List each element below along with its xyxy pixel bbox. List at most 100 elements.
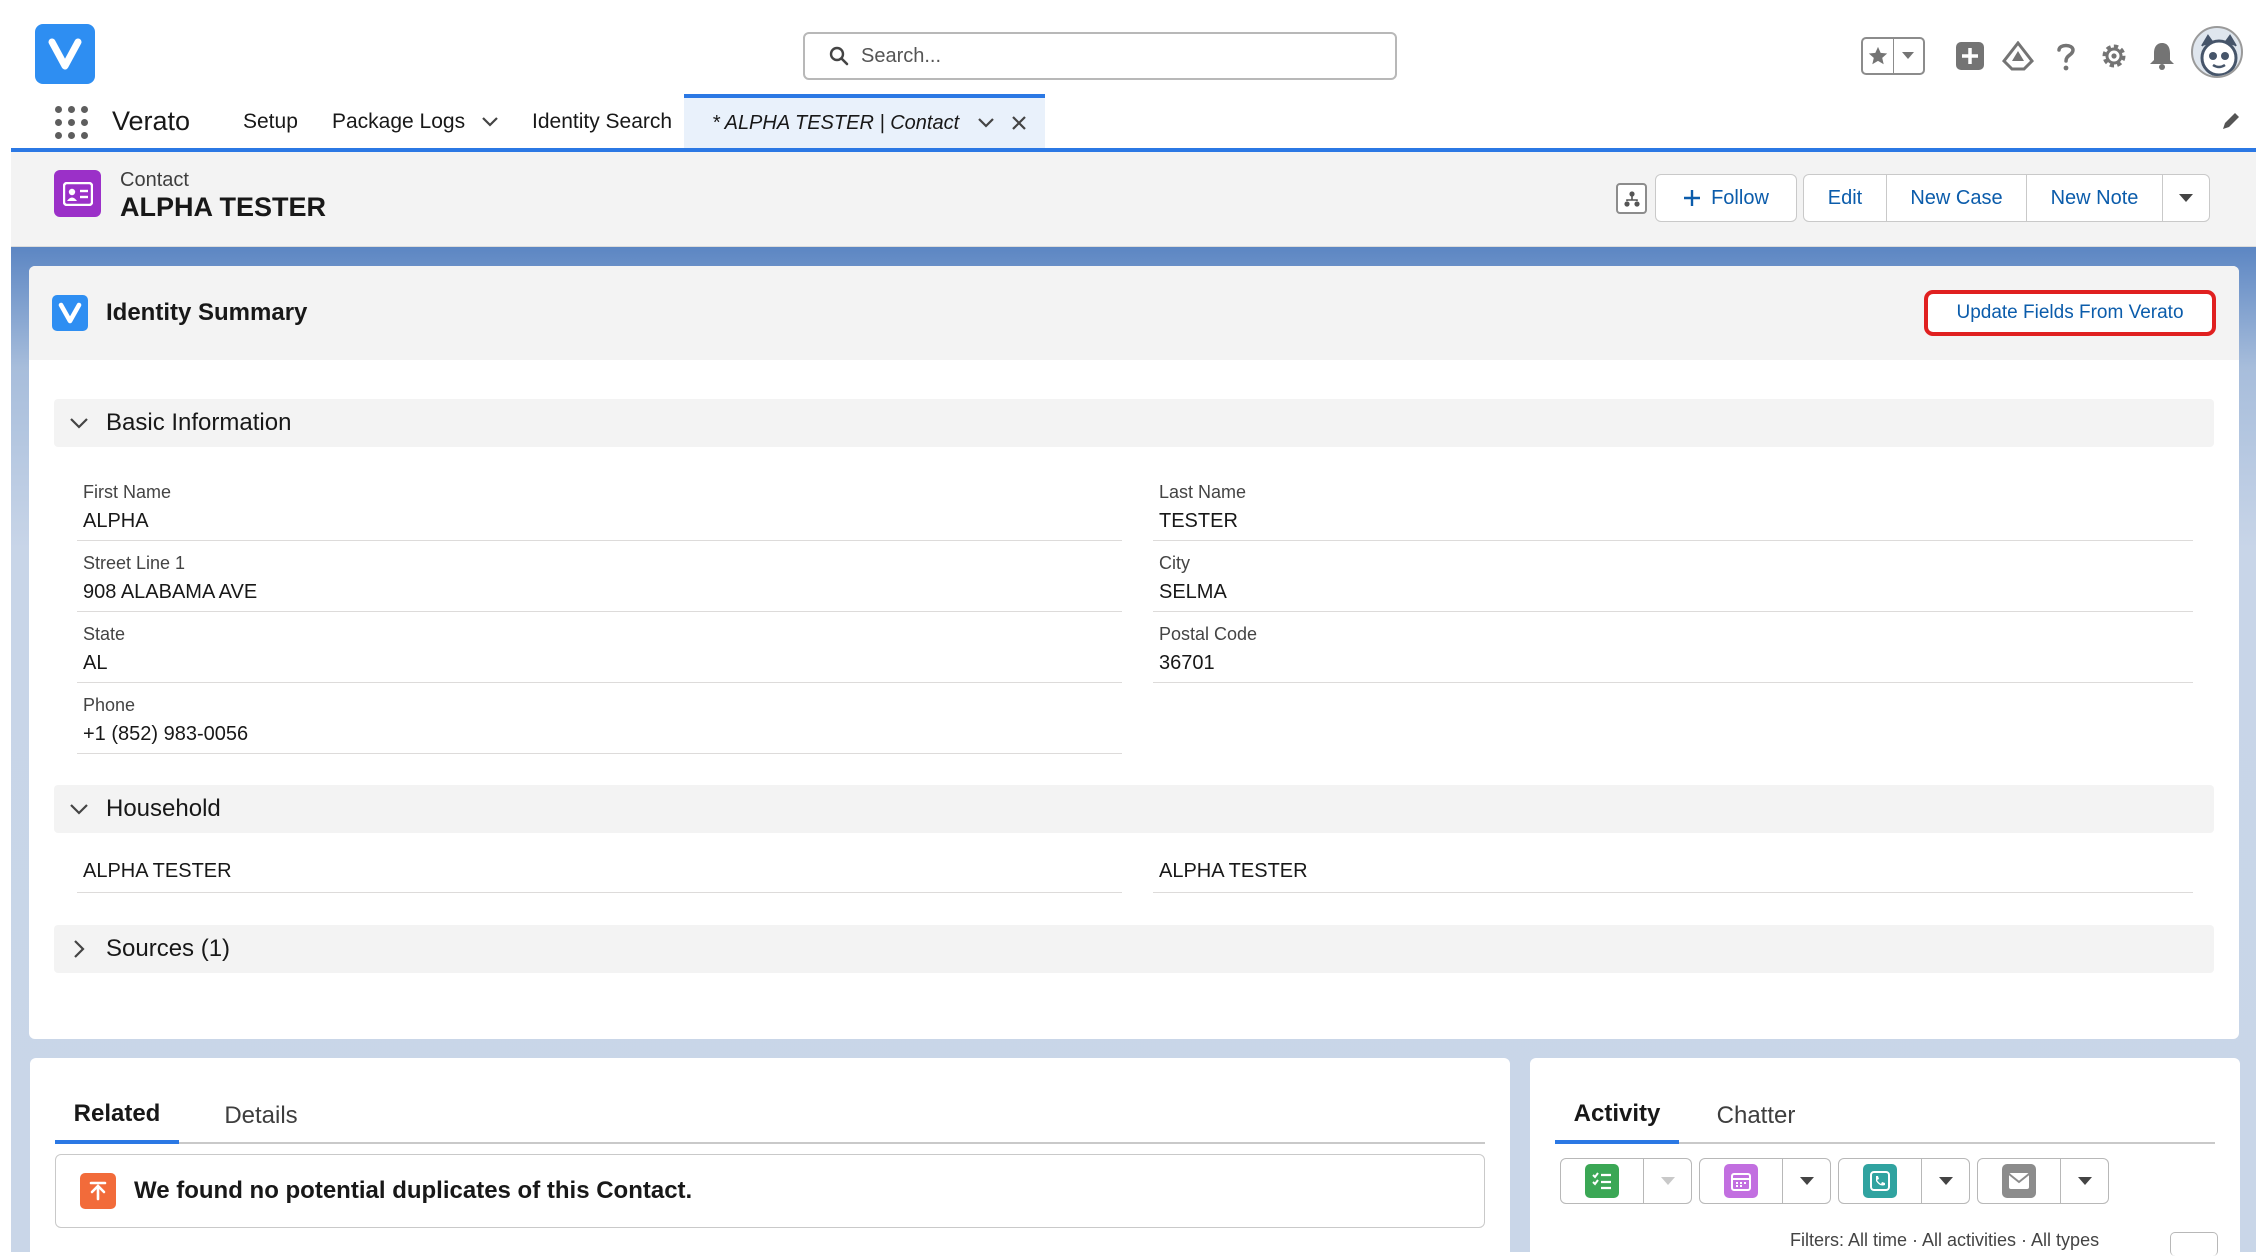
tab-related[interactable]: Related [55,1088,179,1144]
more-actions-button[interactable] [2161,174,2210,222]
nav-item-label: Identity Search [532,110,673,133]
activity-tabs: Activity Chatter [1555,1088,2215,1144]
new-task-button[interactable] [1560,1158,1644,1204]
help-icon[interactable] [2043,33,2089,79]
field-first-name: First Name ALPHA [77,474,1122,541]
field-value: +1 (852) 983-0056 [83,723,249,745]
field-value: SELMA [1159,581,1227,603]
chevron-right-icon [56,939,102,959]
nav-item-label: Setup [243,110,298,133]
close-icon[interactable] [1011,115,1027,131]
field-last-name: Last Name TESTER [1153,474,2193,541]
household-member: ALPHA TESTER [1153,848,2193,893]
nav-item-setup[interactable]: Setup [243,110,298,134]
hierarchy-icon[interactable] [1616,183,1647,214]
verato-logo[interactable] [35,24,95,84]
task-icon [1585,1164,1619,1198]
household-member: ALPHA TESTER [77,848,1122,893]
activity-filters[interactable]: Filters: All time · All activities · All… [1790,1230,2099,1251]
field-label: Postal Code [1159,624,1258,644]
chevron-down-icon[interactable] [481,116,499,128]
duplicate-rule-icon [80,1173,116,1209]
household-member-name: ALPHA TESTER [1159,860,1308,882]
new-task-dropdown[interactable] [1644,1158,1692,1204]
edit-nav-pencil-icon[interactable] [2220,110,2242,137]
sources-section[interactable]: Sources (1) [54,925,2214,973]
salesforce-console: Verato Setup Package Logs Identity Searc… [0,0,2266,1256]
new-event-button[interactable] [1699,1158,1783,1204]
app-name: Verato [112,106,191,136]
email-group [1977,1158,2109,1204]
field-label: City [1159,553,1190,573]
household-member-name: ALPHA TESTER [83,860,232,882]
new-note-label: New Note [2050,186,2139,209]
record-name: ALPHA TESTER [120,192,327,222]
favorites-dropdown-icon[interactable] [1894,39,1923,73]
search-input[interactable] [861,44,1361,68]
verato-logo-icon [52,295,88,331]
field-postal-code: Postal Code 36701 [1153,616,2193,683]
field-value: AL [83,652,108,674]
duplicates-banner: We found no potential duplicates of this… [55,1154,1485,1228]
chevron-down-icon [56,803,102,815]
notifications-bell-icon[interactable] [2139,33,2185,79]
setup-gear-icon[interactable] [2091,33,2137,79]
tab-alpha-tester-contact[interactable]: * ALPHA TESTER | Contact [684,94,1045,148]
field-label: Street Line 1 [83,553,186,573]
record-actions: Follow Edit New Case New Note [1655,174,2210,222]
trailhead-icon[interactable] [1995,33,2041,79]
field-label: Last Name [1159,482,1247,502]
log-call-group [1838,1158,1970,1204]
email-dropdown[interactable] [2061,1158,2109,1204]
chevron-down-icon [56,417,102,429]
calendar-icon [1724,1164,1758,1198]
field-label: First Name [83,482,172,502]
record-header: Contact ALPHA TESTER Follow Edit New Cas… [11,152,2256,247]
field-city: City SELMA [1153,545,2193,612]
household-section[interactable]: Household [54,785,2214,833]
favorites-button-group [1861,37,1925,75]
follow-button[interactable]: Follow [1655,174,1797,222]
tab-label: * ALPHA TESTER | Contact [712,111,960,134]
new-note-button[interactable]: New Note [2026,174,2163,222]
chevron-down-icon [1799,1177,1814,1185]
related-tabs: Related Details [55,1088,1485,1144]
edit-button[interactable]: Edit [1803,174,1887,222]
field-label: State [83,624,126,644]
chevron-down-icon [1660,1177,1675,1185]
global-header [11,0,2256,100]
field-value: 908 ALABAMA AVE [83,581,258,603]
tab-chatter[interactable]: Chatter [1701,1088,1811,1144]
new-case-button[interactable]: New Case [1885,174,2028,222]
nav-item-package-logs[interactable]: Package Logs [332,110,499,134]
basic-information-section[interactable]: Basic Information [54,399,2214,447]
tab-details[interactable]: Details [209,1088,313,1144]
activity-settings-button[interactable] [2170,1232,2218,1256]
user-avatar[interactable] [2191,26,2243,78]
update-fields-button[interactable]: Update Fields From Verato [1924,290,2216,336]
field-phone: Phone +1 (852) 983-0056 [77,687,1122,754]
favorites-star-icon[interactable] [1863,39,1894,73]
app-launcher-icon[interactable] [53,104,89,140]
tab-activity[interactable]: Activity [1555,1088,1679,1144]
log-call-button[interactable] [1838,1158,1922,1204]
field-street-line-1: Street Line 1 908 ALABAMA AVE [77,545,1122,612]
header-utilities [1861,30,2185,82]
chevron-down-icon[interactable] [977,117,995,129]
email-button[interactable] [1977,1158,2061,1204]
log-call-dropdown[interactable] [1922,1158,1970,1204]
section-title: Sources (1) [106,935,231,962]
field-value: TESTER [1159,510,1238,532]
identity-summary-header: Identity Summary Update Fields From Vera… [29,266,2239,360]
global-search[interactable] [803,32,1397,80]
identity-summary-title: Identity Summary [106,299,308,326]
new-task-group [1560,1158,1692,1204]
global-add-icon[interactable] [1947,33,1993,79]
email-icon [2002,1164,2036,1198]
section-title: Basic Information [106,409,292,436]
search-icon [829,46,849,66]
related-card: Related Details We found no potential du… [30,1058,1510,1252]
nav-item-identity-search[interactable]: Identity Search [532,110,672,134]
new-event-dropdown[interactable] [1783,1158,1831,1204]
nav-item-label: Package Logs [332,110,466,133]
